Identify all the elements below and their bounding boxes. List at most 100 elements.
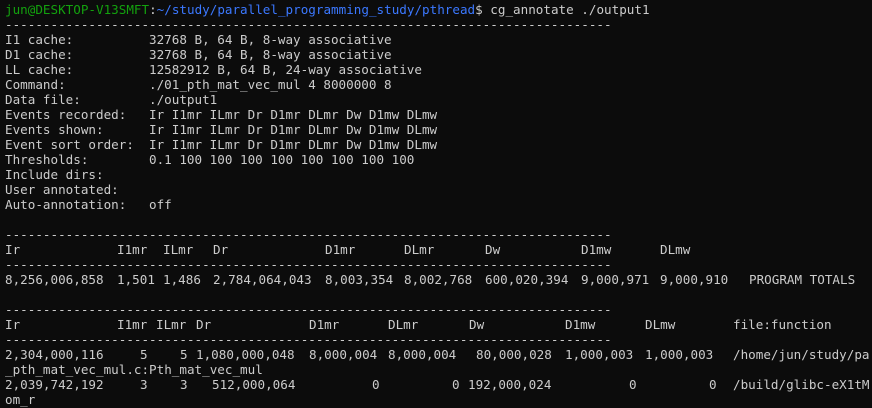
col-header: Dr [213, 242, 229, 257]
col-header: file:function [733, 317, 832, 332]
function-cell: 0 [372, 377, 380, 392]
col-header: DLmw [645, 317, 676, 332]
totals-cell: 8,002,768 [404, 272, 473, 287]
function-row-wrap: om_r [5, 392, 36, 407]
separator: ----------------------------------------… [5, 302, 612, 317]
header-value: ./01_pth_mat_vec_mul 4 8000000 8 [149, 77, 392, 92]
header-value: 12582912 B, 64 B, 24-way associative [149, 62, 422, 77]
col-header: DLmr [388, 317, 419, 332]
col-header: I1mr [117, 242, 148, 257]
separator: ----------------------------------------… [5, 332, 612, 347]
header-value: 0.1 100 100 100 100 100 100 100 100 [149, 152, 415, 167]
header-label: Events shown: [5, 122, 104, 137]
function-cell: 2,304,000,116 [5, 347, 104, 362]
col-header: Ir [5, 317, 21, 332]
totals-cell: 8,256,006,858 [5, 272, 104, 287]
function-cell: 8,000,004 [388, 347, 457, 362]
prompt-line: jun@DESKTOP-V13SMFT:~/study/parallel_pro… [5, 2, 650, 17]
header-line: Include dirs: [5, 167, 645, 182]
function-cell: 1,080,000,048 [196, 347, 295, 362]
header-line: LL cache: 12582912 B, 64 B, 24-way associ… [5, 62, 645, 77]
function-row: 2,039,742,192 3 3 512,000,064 0 0 192,00… [5, 377, 872, 392]
header-label: D1 cache: [5, 47, 74, 62]
function-cell: 3 [140, 377, 148, 392]
function-cell: 3 [180, 377, 188, 392]
function-cell: 8,000,004 [309, 347, 378, 362]
function-cell: 192,000,024 [468, 377, 552, 392]
header-label: Event sort order: [5, 137, 134, 152]
col-header: DLmw [660, 242, 691, 257]
col-header: D1mr [325, 242, 356, 257]
totals-row: 8,256,006,858 1,501 1,486 2,784,064,043 … [5, 272, 865, 287]
header-line: Thresholds: 0.1 100 100 100 100 100 100 1… [5, 152, 645, 167]
prompt-colon: : [149, 2, 157, 17]
col-header: Dw [469, 317, 485, 332]
totals-cell: 1,501 [117, 272, 155, 287]
header-label: Events recorded: [5, 107, 127, 122]
col-header: Dr [196, 317, 212, 332]
header-value: Ir I1mr ILmr Dr D1mr DLmr Dw D1mw DLmw [149, 122, 438, 137]
totals-cell: 9,000,910 [660, 272, 729, 287]
function-cell: 5 [180, 347, 188, 362]
prompt-command: cg_annotate ./output1 [490, 2, 650, 17]
function-cell: 1,000,003 [645, 347, 714, 362]
header-label: Data file: [5, 92, 81, 107]
function-row: 2,304,000,116 5 5 1,080,000,048 8,000,00… [5, 347, 872, 362]
header-label: LL cache: [5, 62, 74, 77]
prompt-user-host: jun@DESKTOP-V13SMFT [5, 2, 150, 17]
header-line: User annotated: [5, 182, 645, 197]
function-cell: 0 [709, 377, 717, 392]
header-label: Auto-annotation: [5, 197, 127, 212]
header-label: I1 cache: [5, 32, 74, 47]
separator: ----------------------------------------… [5, 257, 612, 272]
col-header: D1mw [581, 242, 612, 257]
header-value: 32768 B, 64 B, 8-way associative [149, 47, 392, 62]
function-cell: 1,000,003 [565, 347, 634, 362]
totals-cell: 9,000,971 [581, 272, 650, 287]
terminal-window[interactable]: jun@DESKTOP-V13SMFT:~/study/parallel_pro… [0, 0, 872, 408]
header-line: Event sort order: Ir I1mr ILmr Dr D1mr DL… [5, 137, 645, 152]
totals-cell: 8,003,354 [325, 272, 394, 287]
header-line: Data file: ./output1 [5, 92, 645, 107]
totals-cell: 2,784,064,043 [213, 272, 312, 287]
header-line: Command: ./01_pth_mat_vec_mul 4 8000000 8 [5, 77, 645, 92]
totals-column-header: Ir I1mr ILmr Dr D1mr DLmr Dw D1mw DLmw [5, 242, 865, 257]
header-line: Events recorded: Ir I1mr ILmr Dr D1mr DLm… [5, 107, 645, 122]
function-file: /build/glibc-eX1tM [733, 377, 870, 392]
totals-cell: 1,486 [163, 272, 201, 287]
header-value: Ir I1mr ILmr Dr D1mr DLmr Dw D1mw DLmw [149, 137, 438, 152]
separator: ----------------------------------------… [5, 227, 612, 242]
functions-column-header: Ir I1mr ILmr Dr D1mr DLmr Dw D1mw DLmw f… [5, 317, 865, 332]
prompt-path: ~/study/parallel_programming_study/pthre… [156, 2, 476, 17]
totals-cell: 600,020,394 [485, 272, 569, 287]
function-cell: 512,000,064 [212, 377, 296, 392]
function-cell: 5 [140, 347, 148, 362]
header-line: D1 cache: 32768 B, 64 B, 8-way associativ… [5, 47, 645, 62]
header-label: Command: [5, 77, 66, 92]
function-file: /home/jun/study/pa [733, 347, 870, 362]
col-header: D1mr [309, 317, 340, 332]
header-value: Ir I1mr ILmr Dr D1mr DLmr Dw D1mw DLmw [149, 107, 438, 122]
col-header: Ir [5, 242, 21, 257]
prompt-symbol: $ [475, 2, 483, 17]
col-header: D1mw [565, 317, 596, 332]
header-label: Include dirs: [5, 167, 104, 182]
function-cell: 80,000,028 [476, 347, 552, 362]
col-header: ILmr [156, 317, 187, 332]
function-row-wrap: _pth_mat_vec_mul.c:Pth_mat_vec_mul [5, 362, 263, 377]
function-cell: 0 [629, 377, 637, 392]
header-line: Events shown: Ir I1mr ILmr Dr D1mr DLmr D… [5, 122, 645, 137]
header-value: 32768 B, 64 B, 8-way associative [149, 32, 392, 47]
header-value: ./output1 [149, 92, 218, 107]
col-header: I1mr [117, 317, 148, 332]
col-header: DLmr [404, 242, 435, 257]
header-line: Auto-annotation: off [5, 197, 645, 212]
col-header: Dw [485, 242, 501, 257]
header-value: off [149, 197, 172, 212]
function-cell: 0 [452, 377, 460, 392]
function-cell: 2,039,742,192 [5, 377, 104, 392]
totals-label: PROGRAM TOTALS [749, 272, 856, 287]
separator: ----------------------------------------… [5, 17, 612, 32]
col-header: ILmr [163, 242, 194, 257]
header-line: I1 cache: 32768 B, 64 B, 8-way associativ… [5, 32, 645, 47]
